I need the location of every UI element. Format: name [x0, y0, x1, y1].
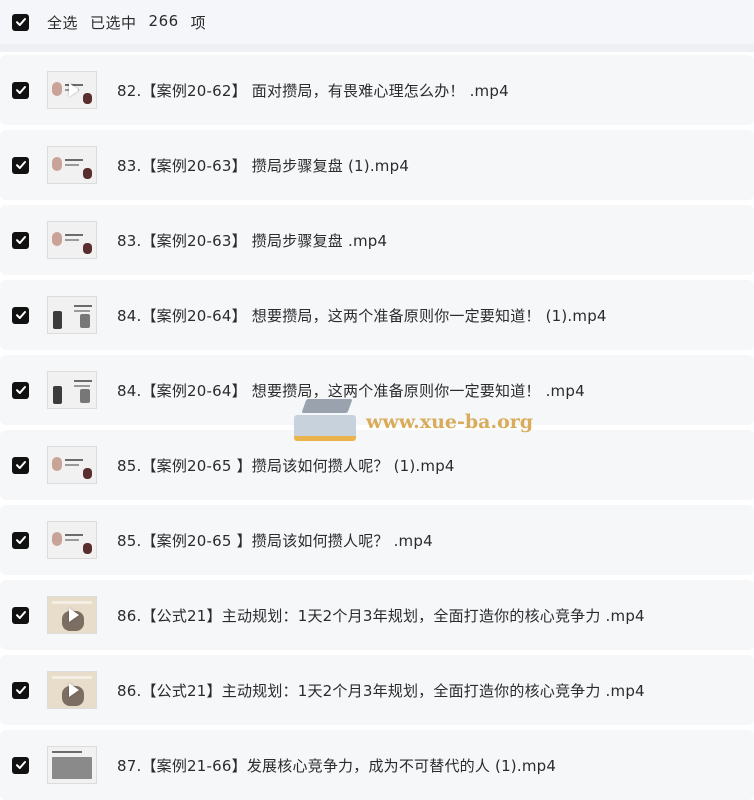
- file-row[interactable]: 82.【案例20-62】 面对攒局，有畏难心理怎么办！ .mp4: [0, 55, 754, 125]
- file-list: 82.【案例20-62】 面对攒局，有畏难心理怎么办！ .mp4 83.【案例20…: [0, 55, 754, 800]
- file-checkbox[interactable]: [12, 606, 29, 624]
- selected-suffix: 项: [190, 13, 207, 32]
- checkmark-icon: [15, 236, 26, 244]
- selected-count: 266: [148, 11, 179, 30]
- file-checkbox[interactable]: [12, 81, 29, 99]
- selected-prefix: 已选中: [90, 13, 137, 32]
- file-checkbox[interactable]: [12, 681, 29, 699]
- video-thumbnail[interactable]: [47, 371, 97, 409]
- file-row[interactable]: 86.【公式21】主动规划：1天2个月3年规划，全面打造你的核心竞争力 .mp4: [0, 655, 754, 725]
- file-row[interactable]: 83.【案例20-63】 攒局步骤复盘 (1).mp4: [0, 130, 754, 200]
- video-thumbnail[interactable]: [47, 596, 97, 634]
- file-checkbox[interactable]: [12, 531, 29, 549]
- file-checkbox[interactable]: [12, 231, 29, 249]
- file-name: 86.【公式21】主动规划：1天2个月3年规划，全面打造你的核心竞争力 .mp4: [117, 681, 645, 700]
- video-thumbnail[interactable]: [47, 71, 97, 109]
- checkmark-icon: [15, 86, 26, 94]
- checkmark-icon: [15, 311, 26, 319]
- play-icon: [69, 608, 79, 622]
- play-icon: [69, 83, 79, 97]
- file-name: 84.【案例20-64】 想要攒局，这两个准备原则你一定要知道！ .mp4: [117, 381, 585, 400]
- video-thumbnail[interactable]: [47, 296, 97, 334]
- file-checkbox[interactable]: [12, 456, 29, 474]
- video-thumbnail[interactable]: [47, 146, 97, 184]
- file-name: 86.【公式21】主动规划：1天2个月3年规划，全面打造你的核心竞争力 .mp4: [117, 606, 645, 625]
- select-all-checkbox[interactable]: [12, 13, 29, 31]
- file-name: 85.【案例20-65 】攒局该如何攒人呢？ .mp4: [117, 531, 433, 550]
- checkmark-icon: [15, 536, 26, 544]
- video-thumbnail[interactable]: [47, 446, 97, 484]
- file-checkbox[interactable]: [12, 381, 29, 399]
- video-thumbnail[interactable]: [47, 521, 97, 559]
- checkmark-icon: [15, 686, 26, 694]
- file-row[interactable]: 86.【公式21】主动规划：1天2个月3年规划，全面打造你的核心竞争力 .mp4: [0, 580, 754, 650]
- file-row[interactable]: 84.【案例20-64】 想要攒局，这两个准备原则你一定要知道！ .mp4: [0, 355, 754, 425]
- header-divider: [0, 44, 754, 52]
- file-checkbox[interactable]: [12, 306, 29, 324]
- file-checkbox[interactable]: [12, 156, 29, 174]
- video-thumbnail[interactable]: [47, 221, 97, 259]
- file-row[interactable]: 84.【案例20-64】 想要攒局，这两个准备原则你一定要知道！ (1).mp4: [0, 280, 754, 350]
- video-thumbnail[interactable]: [47, 671, 97, 709]
- file-name: 82.【案例20-62】 面对攒局，有畏难心理怎么办！ .mp4: [117, 81, 509, 100]
- file-row[interactable]: 85.【案例20-65 】攒局该如何攒人呢？ .mp4: [0, 505, 754, 575]
- file-name: 85.【案例20-65 】攒局该如何攒人呢？ (1).mp4: [117, 456, 455, 475]
- file-row[interactable]: 85.【案例20-65 】攒局该如何攒人呢？ (1).mp4: [0, 430, 754, 500]
- file-row[interactable]: 87.【案例21-66】发展核心竞争力，成为不可替代的人 (1).mp4: [0, 730, 754, 800]
- selection-header: 全选 已选中 266 项: [0, 0, 754, 44]
- checkmark-icon: [15, 386, 26, 394]
- checkmark-icon: [15, 18, 26, 26]
- file-name: 84.【案例20-64】 想要攒局，这两个准备原则你一定要知道！ (1).mp4: [117, 306, 607, 325]
- play-icon: [69, 683, 79, 697]
- file-name: 83.【案例20-63】 攒局步骤复盘 .mp4: [117, 231, 388, 250]
- checkmark-icon: [15, 761, 26, 769]
- file-name: 83.【案例20-63】 攒局步骤复盘 (1).mp4: [117, 156, 410, 175]
- checkmark-icon: [15, 161, 26, 169]
- video-thumbnail[interactable]: [47, 746, 97, 784]
- file-checkbox[interactable]: [12, 756, 29, 774]
- checkmark-icon: [15, 611, 26, 619]
- selection-summary: 全选 已选中 266 项: [47, 12, 206, 33]
- select-all-label[interactable]: 全选: [47, 12, 78, 33]
- file-row[interactable]: 83.【案例20-63】 攒局步骤复盘 .mp4: [0, 205, 754, 275]
- checkmark-icon: [15, 461, 26, 469]
- file-name: 87.【案例21-66】发展核心竞争力，成为不可替代的人 (1).mp4: [117, 756, 557, 775]
